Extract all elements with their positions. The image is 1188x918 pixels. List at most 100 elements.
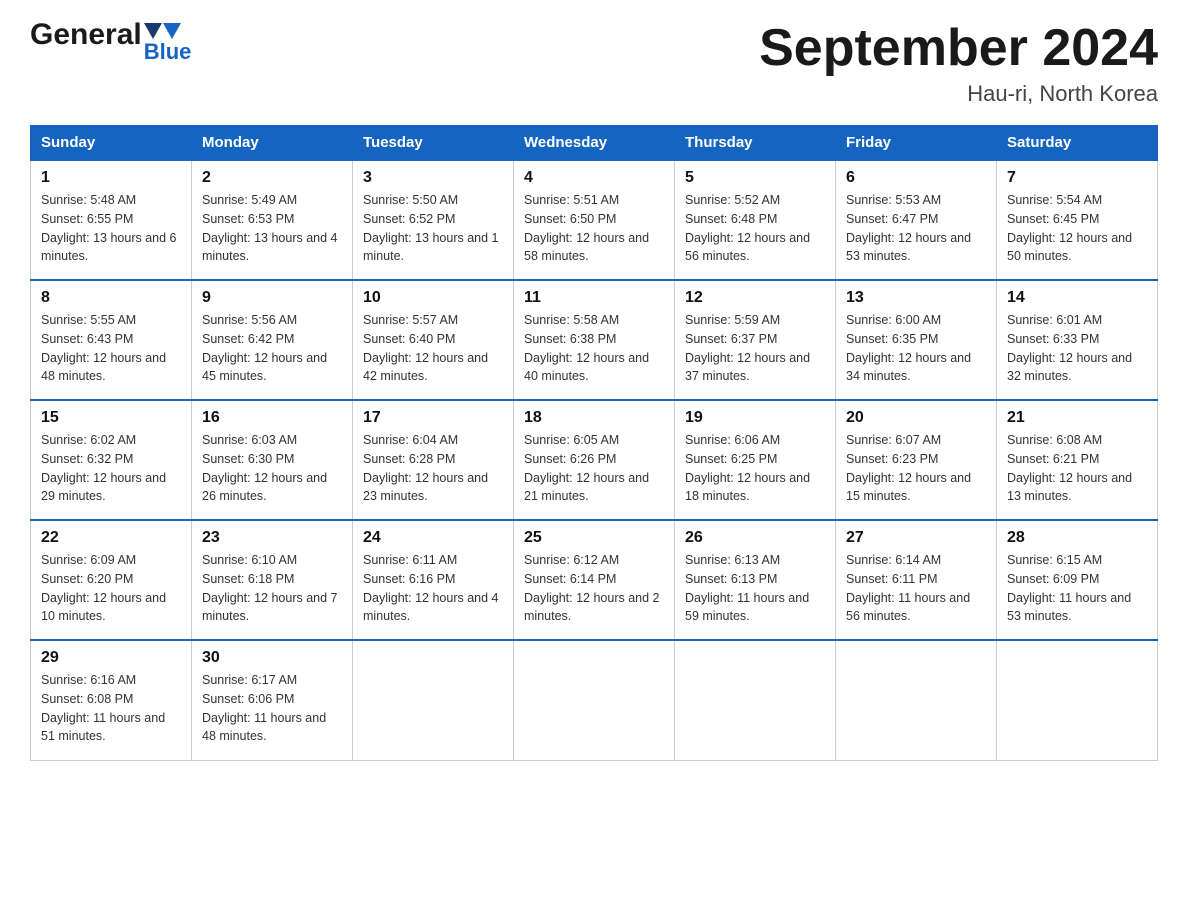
header-sunday: Sunday <box>31 126 192 161</box>
week-row-5: 29 Sunrise: 6:16 AM Sunset: 6:08 PM Dayl… <box>31 640 1158 760</box>
day-info: Sunrise: 5:57 AM Sunset: 6:40 PM Dayligh… <box>363 311 503 386</box>
day-info: Sunrise: 6:08 AM Sunset: 6:21 PM Dayligh… <box>1007 431 1147 506</box>
table-row <box>514 640 675 760</box>
day-number: 9 <box>202 289 342 307</box>
day-info: Sunrise: 6:00 AM Sunset: 6:35 PM Dayligh… <box>846 311 986 386</box>
day-number: 15 <box>41 409 181 427</box>
triangle-blue-icon <box>163 23 181 39</box>
day-info: Sunrise: 6:05 AM Sunset: 6:26 PM Dayligh… <box>524 431 664 506</box>
table-row: 16 Sunrise: 6:03 AM Sunset: 6:30 PM Dayl… <box>192 400 353 520</box>
day-info: Sunrise: 6:12 AM Sunset: 6:14 PM Dayligh… <box>524 551 664 626</box>
table-row <box>997 640 1158 760</box>
day-number: 23 <box>202 529 342 547</box>
day-number: 22 <box>41 529 181 547</box>
table-row: 6 Sunrise: 5:53 AM Sunset: 6:47 PM Dayli… <box>836 160 997 280</box>
day-info: Sunrise: 5:49 AM Sunset: 6:53 PM Dayligh… <box>202 191 342 266</box>
header: General Blue September 2024 Hau-ri, Nort… <box>30 20 1158 107</box>
logo: General Blue <box>30 20 191 65</box>
day-info: Sunrise: 5:56 AM Sunset: 6:42 PM Dayligh… <box>202 311 342 386</box>
day-number: 24 <box>363 529 503 547</box>
day-number: 4 <box>524 169 664 187</box>
day-info: Sunrise: 5:55 AM Sunset: 6:43 PM Dayligh… <box>41 311 181 386</box>
day-info: Sunrise: 6:06 AM Sunset: 6:25 PM Dayligh… <box>685 431 825 506</box>
day-info: Sunrise: 6:02 AM Sunset: 6:32 PM Dayligh… <box>41 431 181 506</box>
day-number: 16 <box>202 409 342 427</box>
day-info: Sunrise: 5:54 AM Sunset: 6:45 PM Dayligh… <box>1007 191 1147 266</box>
table-row: 11 Sunrise: 5:58 AM Sunset: 6:38 PM Dayl… <box>514 280 675 400</box>
table-row: 19 Sunrise: 6:06 AM Sunset: 6:25 PM Dayl… <box>675 400 836 520</box>
day-info: Sunrise: 6:09 AM Sunset: 6:20 PM Dayligh… <box>41 551 181 626</box>
table-row: 4 Sunrise: 5:51 AM Sunset: 6:50 PM Dayli… <box>514 160 675 280</box>
day-number: 5 <box>685 169 825 187</box>
table-row: 1 Sunrise: 5:48 AM Sunset: 6:55 PM Dayli… <box>31 160 192 280</box>
table-row: 3 Sunrise: 5:50 AM Sunset: 6:52 PM Dayli… <box>353 160 514 280</box>
triangle-dark-icon <box>144 23 162 39</box>
logo-general-text: General <box>30 20 142 50</box>
day-number: 30 <box>202 649 342 667</box>
day-number: 21 <box>1007 409 1147 427</box>
day-info: Sunrise: 5:51 AM Sunset: 6:50 PM Dayligh… <box>524 191 664 266</box>
day-number: 19 <box>685 409 825 427</box>
calendar-table: Sunday Monday Tuesday Wednesday Thursday… <box>30 125 1158 761</box>
table-row: 24 Sunrise: 6:11 AM Sunset: 6:16 PM Dayl… <box>353 520 514 640</box>
logo-blue-text: Blue <box>144 39 192 65</box>
table-row: 30 Sunrise: 6:17 AM Sunset: 6:06 PM Dayl… <box>192 640 353 760</box>
table-row: 5 Sunrise: 5:52 AM Sunset: 6:48 PM Dayli… <box>675 160 836 280</box>
table-row: 7 Sunrise: 5:54 AM Sunset: 6:45 PM Dayli… <box>997 160 1158 280</box>
day-info: Sunrise: 6:03 AM Sunset: 6:30 PM Dayligh… <box>202 431 342 506</box>
header-tuesday: Tuesday <box>353 126 514 161</box>
day-info: Sunrise: 6:04 AM Sunset: 6:28 PM Dayligh… <box>363 431 503 506</box>
day-number: 7 <box>1007 169 1147 187</box>
day-number: 2 <box>202 169 342 187</box>
day-number: 6 <box>846 169 986 187</box>
week-row-1: 1 Sunrise: 5:48 AM Sunset: 6:55 PM Dayli… <box>31 160 1158 280</box>
header-thursday: Thursday <box>675 126 836 161</box>
table-row: 14 Sunrise: 6:01 AM Sunset: 6:33 PM Dayl… <box>997 280 1158 400</box>
week-row-3: 15 Sunrise: 6:02 AM Sunset: 6:32 PM Dayl… <box>31 400 1158 520</box>
table-row <box>353 640 514 760</box>
day-info: Sunrise: 5:52 AM Sunset: 6:48 PM Dayligh… <box>685 191 825 266</box>
day-info: Sunrise: 6:10 AM Sunset: 6:18 PM Dayligh… <box>202 551 342 626</box>
calendar-subtitle: Hau-ri, North Korea <box>759 81 1158 107</box>
day-number: 27 <box>846 529 986 547</box>
table-row: 15 Sunrise: 6:02 AM Sunset: 6:32 PM Dayl… <box>31 400 192 520</box>
table-row: 20 Sunrise: 6:07 AM Sunset: 6:23 PM Dayl… <box>836 400 997 520</box>
logo-triangles <box>144 23 192 39</box>
table-row: 22 Sunrise: 6:09 AM Sunset: 6:20 PM Dayl… <box>31 520 192 640</box>
week-row-4: 22 Sunrise: 6:09 AM Sunset: 6:20 PM Dayl… <box>31 520 1158 640</box>
day-info: Sunrise: 5:59 AM Sunset: 6:37 PM Dayligh… <box>685 311 825 386</box>
day-info: Sunrise: 6:17 AM Sunset: 6:06 PM Dayligh… <box>202 671 342 746</box>
table-row: 13 Sunrise: 6:00 AM Sunset: 6:35 PM Dayl… <box>836 280 997 400</box>
table-row: 12 Sunrise: 5:59 AM Sunset: 6:37 PM Dayl… <box>675 280 836 400</box>
day-number: 28 <box>1007 529 1147 547</box>
table-row <box>836 640 997 760</box>
day-number: 18 <box>524 409 664 427</box>
table-row: 29 Sunrise: 6:16 AM Sunset: 6:08 PM Dayl… <box>31 640 192 760</box>
day-info: Sunrise: 6:01 AM Sunset: 6:33 PM Dayligh… <box>1007 311 1147 386</box>
table-row <box>675 640 836 760</box>
table-row: 28 Sunrise: 6:15 AM Sunset: 6:09 PM Dayl… <box>997 520 1158 640</box>
day-number: 1 <box>41 169 181 187</box>
header-wednesday: Wednesday <box>514 126 675 161</box>
title-area: September 2024 Hau-ri, North Korea <box>759 20 1158 107</box>
day-number: 17 <box>363 409 503 427</box>
table-row: 17 Sunrise: 6:04 AM Sunset: 6:28 PM Dayl… <box>353 400 514 520</box>
day-info: Sunrise: 5:50 AM Sunset: 6:52 PM Dayligh… <box>363 191 503 266</box>
table-row: 27 Sunrise: 6:14 AM Sunset: 6:11 PM Dayl… <box>836 520 997 640</box>
day-number: 20 <box>846 409 986 427</box>
table-row: 2 Sunrise: 5:49 AM Sunset: 6:53 PM Dayli… <box>192 160 353 280</box>
day-number: 12 <box>685 289 825 307</box>
weekday-header-row: Sunday Monday Tuesday Wednesday Thursday… <box>31 126 1158 161</box>
table-row: 8 Sunrise: 5:55 AM Sunset: 6:43 PM Dayli… <box>31 280 192 400</box>
header-friday: Friday <box>836 126 997 161</box>
day-info: Sunrise: 6:13 AM Sunset: 6:13 PM Dayligh… <box>685 551 825 626</box>
header-saturday: Saturday <box>997 126 1158 161</box>
day-number: 29 <box>41 649 181 667</box>
table-row: 18 Sunrise: 6:05 AM Sunset: 6:26 PM Dayl… <box>514 400 675 520</box>
day-info: Sunrise: 5:53 AM Sunset: 6:47 PM Dayligh… <box>846 191 986 266</box>
day-number: 14 <box>1007 289 1147 307</box>
day-number: 25 <box>524 529 664 547</box>
day-info: Sunrise: 6:15 AM Sunset: 6:09 PM Dayligh… <box>1007 551 1147 626</box>
day-number: 13 <box>846 289 986 307</box>
table-row: 10 Sunrise: 5:57 AM Sunset: 6:40 PM Dayl… <box>353 280 514 400</box>
